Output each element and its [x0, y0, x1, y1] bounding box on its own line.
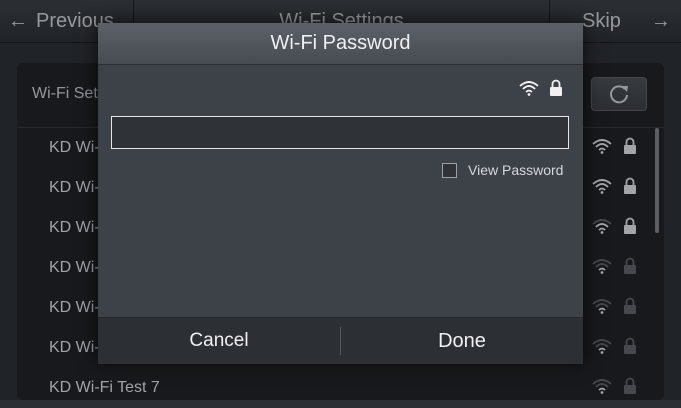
view-password-label: View Password: [468, 162, 564, 178]
wifi-password-dialog: Wi-Fi Password View Password Cancel Done: [98, 23, 583, 364]
dialog-title: Wi-Fi Password: [98, 23, 583, 65]
dialog-status-icons: [519, 79, 563, 97]
password-input[interactable]: [111, 116, 569, 149]
view-password-checkbox[interactable]: [442, 162, 457, 178]
done-button[interactable]: Done: [341, 318, 583, 364]
cancel-button[interactable]: Cancel: [98, 318, 340, 364]
wifi-icon: [519, 81, 539, 96]
view-password-toggle[interactable]: View Password: [442, 162, 563, 178]
dialog-footer: Cancel Done: [98, 317, 583, 364]
lock-icon: [550, 79, 562, 96]
